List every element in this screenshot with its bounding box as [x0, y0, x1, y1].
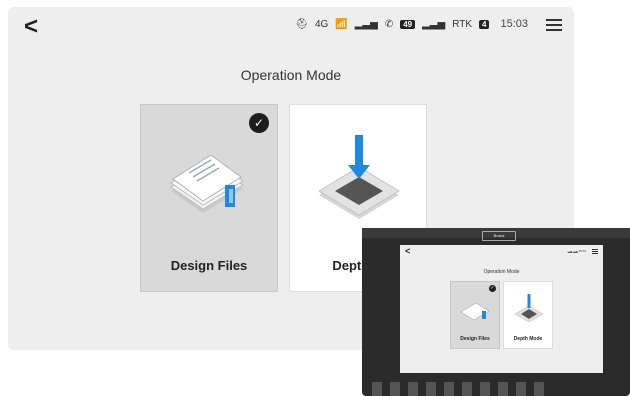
brand-logo: Brand — [482, 231, 516, 241]
mini-depth-label: Depth Mode — [513, 336, 543, 342]
clock: 15:03 — [500, 18, 528, 30]
mini-status: ▂▃ ▂▃ 15:03 — [567, 249, 586, 253]
controller-device: Brand < ▂▃ ▂▃ 15:03 Operation Mode ✓ Des… — [362, 228, 630, 396]
mini-check-icon: ✓ — [489, 285, 496, 292]
design-files-label: Design Files — [170, 258, 248, 273]
mini-title: Operation Mode — [483, 269, 520, 275]
mini-menu-icon — [592, 248, 598, 255]
network-label: 4G — [314, 18, 329, 30]
satellite-icon: ✆ — [384, 18, 394, 30]
page-title: Operation Mode — [240, 67, 342, 83]
mini-design-label: Design Files — [460, 336, 490, 342]
mini-design-card: ✓ Design Files — [450, 281, 500, 349]
back-icon[interactable]: < — [24, 13, 38, 41]
design-files-card[interactable]: ✓ Design Files — [140, 104, 278, 292]
check-icon: ✓ — [249, 113, 269, 133]
depth-mode-icon — [318, 135, 400, 219]
mini-back-icon: < — [405, 246, 411, 256]
mini-depth-card: Depth Mode — [503, 281, 553, 349]
device-screen: < ▂▃ ▂▃ 15:03 Operation Mode ✓ Design Fi… — [400, 245, 603, 373]
menu-icon[interactable] — [546, 16, 562, 34]
device-ports — [372, 382, 620, 396]
helmet-icon: ⛑ — [295, 18, 308, 30]
rtk-badge: 4 — [479, 19, 490, 29]
signal-icon: ▂▃▅ — [354, 18, 378, 30]
mini-depth-icon — [514, 294, 544, 323]
status-bar: ⛑ 4G 📶 ▂▃▅ ✆ 49 ▂▃▅ RTK 4 15:03 — [295, 18, 528, 30]
count-badge: 49 — [400, 19, 416, 29]
rtk-label: RTK — [452, 18, 473, 30]
signal-icon-2: ▂▃▅ — [422, 18, 446, 30]
wifi-icon: 📶 — [335, 18, 348, 30]
